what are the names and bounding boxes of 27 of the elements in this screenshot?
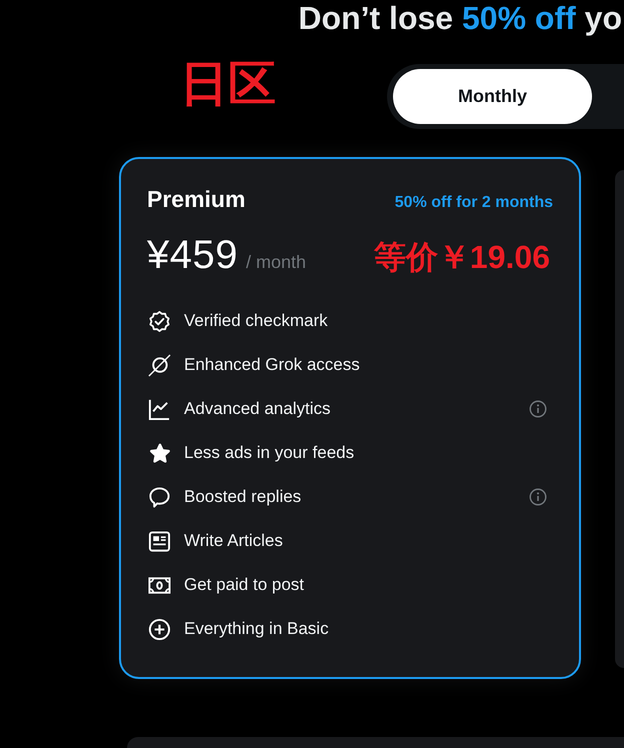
feature-label: Boosted replies: [184, 487, 302, 507]
verified-badge-icon: [148, 310, 171, 332]
headline: Don’t lose 50% off yo: [298, 0, 622, 37]
plan-name: Premium: [147, 185, 246, 213]
feature-label: Enhanced Grok access: [184, 355, 360, 375]
line-chart-icon: [148, 398, 171, 420]
plus-circle-icon: [148, 618, 171, 640]
feature-label: Write Articles: [184, 531, 283, 551]
feature-label: Get paid to post: [184, 575, 304, 595]
info-icon[interactable]: [529, 400, 547, 418]
discount-label: 50% off for 2 months: [394, 193, 553, 213]
article-icon: [148, 530, 171, 552]
feature-label: Everything in Basic: [184, 619, 329, 639]
feature-label: Advanced analytics: [184, 399, 330, 419]
period-tab[interactable]: Monthly: [393, 69, 592, 124]
plan-card[interactable]: Premium 50% off for 2 months ¥459 / month 等价￥19.06 Verified checkmark Enhanced Grok access Advanced analytics Less ads in your feeds Boosted replies Write Articles Get paid to post Everything in Basic: [119, 157, 581, 679]
price: ¥459: [147, 233, 238, 277]
feature-label: Less ads in your feeds: [184, 443, 354, 463]
star-icon: [148, 442, 171, 464]
slashed-circle-icon: [148, 354, 171, 376]
speech-bubble-icon: [148, 486, 171, 508]
info-icon[interactable]: [529, 488, 547, 506]
billing-toggle[interactable]: Monthly: [387, 64, 624, 129]
price-period: / month: [246, 251, 306, 274]
feature-label: Verified checkmark: [184, 311, 328, 331]
annotation-label: 日区: [180, 57, 276, 111]
price-annotation: 等价￥19.06: [374, 238, 550, 277]
